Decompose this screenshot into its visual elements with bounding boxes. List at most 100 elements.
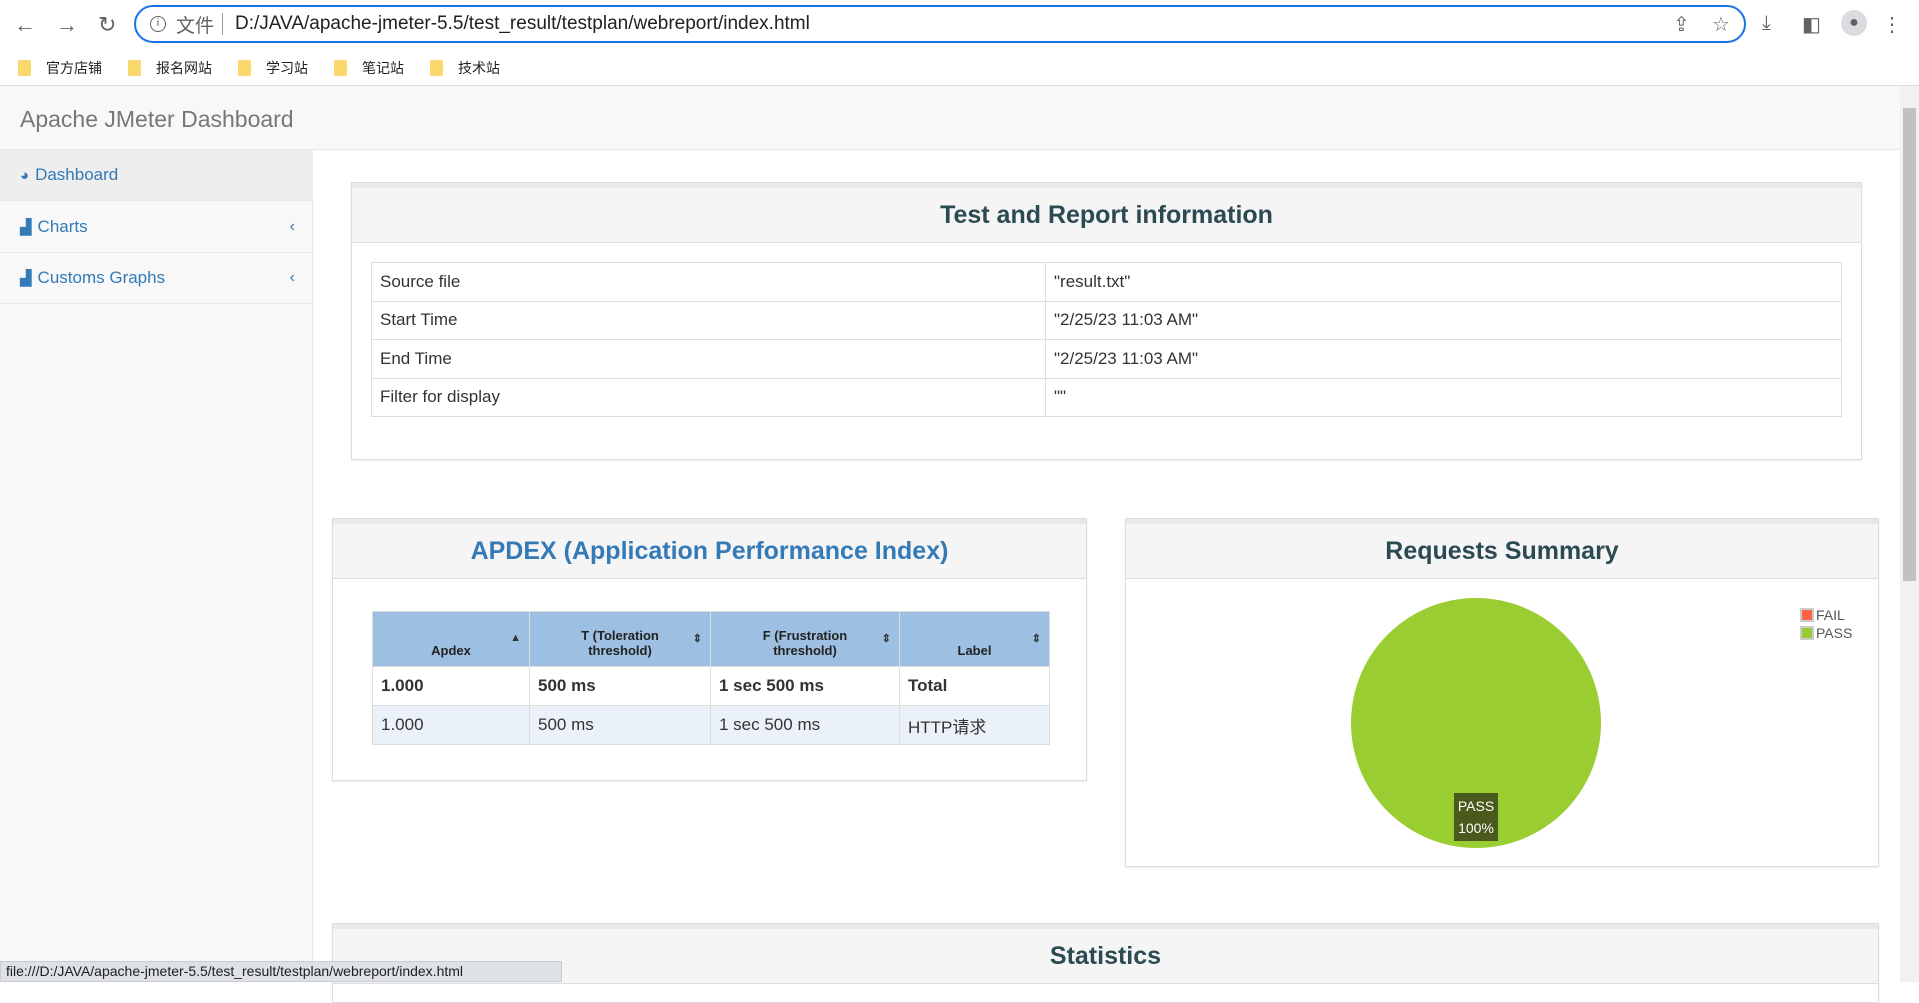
bookmark-label: 笔记站 [362, 59, 404, 76]
address-bar[interactable]: i 文件 D:/JAVA/apache-jmeter-5.5/test_resu… [134, 5, 1746, 43]
legend-label: FAIL [1816, 607, 1845, 623]
apdex-panel: APDEX (Application Performance Index) Ap… [332, 518, 1087, 781]
bookmarks-bar: 官方店铺 报名网站 学习站 笔记站 技术站 [0, 50, 1919, 86]
sort-icon: ⇕ [1031, 633, 1041, 645]
cell: 1.000 [372, 705, 530, 745]
test-report-info-panel: Test and Report information Source file "… [351, 182, 1862, 460]
app-header: Apache JMeter Dashboard [0, 86, 1900, 150]
sidebar-item-label: Charts [37, 217, 88, 236]
bookmark[interactable]: 报名网站 [128, 58, 212, 78]
column-header-toleration[interactable]: T (Toleration threshold) ⇕ [529, 611, 711, 667]
pie-chart [1351, 598, 1601, 848]
panel-title: Test and Report information [352, 183, 1861, 243]
bookmark-label: 官方店铺 [46, 59, 102, 76]
legend-label: PASS [1816, 625, 1853, 641]
info-key: Start Time [371, 300, 1046, 340]
legend-item-pass[interactable]: PASS [1800, 624, 1852, 642]
info-table: Source file "result.txt" Start Time "2/25/… [371, 262, 1842, 417]
info-icon[interactable]: i [150, 16, 166, 32]
header-label: Apdex [431, 643, 471, 658]
info-value: "" [1045, 377, 1842, 417]
back-icon[interactable]: ← [14, 12, 36, 38]
pie-label-category: PASS [1457, 798, 1495, 814]
sidebar-item-charts[interactable]: ▟ Charts ‹ [0, 202, 313, 253]
cell: 1.000 [372, 666, 530, 706]
bookmark[interactable]: 笔记站 [334, 58, 404, 78]
folder-icon [128, 59, 141, 76]
panel-title[interactable]: APDEX (Application Performance Index) [333, 519, 1086, 579]
legend: FAIL PASS [1800, 606, 1852, 642]
folder-icon [334, 59, 347, 76]
header-label: Label [957, 643, 992, 658]
share-icon[interactable]: ⇪ [1673, 12, 1690, 37]
url-prefix: 文件 [176, 15, 215, 37]
bookmark[interactable]: 学习站 [238, 58, 308, 78]
cell: 500 ms [529, 666, 711, 706]
legend-swatch [1800, 626, 1814, 640]
pie-data-label: PASS 100% [1454, 793, 1498, 841]
table-header-row: Apdex ▲ T (Toleration threshold) ⇕ F (Frus… [372, 611, 1050, 667]
menu-icon[interactable]: ⋮ [1882, 12, 1902, 37]
table-row: Source file "result.txt" [371, 262, 1842, 302]
pie-label-percent: 100% [1458, 820, 1494, 836]
info-value: "2/25/23 11:03 AM" [1045, 339, 1842, 379]
bookmark[interactable]: 官方店铺 [18, 58, 102, 78]
legend-swatch [1800, 608, 1814, 622]
sort-icon: ⇕ [692, 633, 702, 645]
info-key: End Time [371, 339, 1046, 379]
status-bar: file:///D:/JAVA/apache-jmeter-5.5/test_r… [0, 961, 562, 982]
bookmark-label: 学习站 [266, 59, 308, 76]
table-row: Filter for display "" [371, 377, 1842, 417]
requests-summary-panel: Requests Summary FAIL PASS PASS 100% [1125, 518, 1879, 867]
forward-icon[interactable]: → [56, 12, 78, 38]
dashboard-icon: ◕ [20, 166, 30, 184]
column-header-apdex[interactable]: Apdex ▲ [372, 611, 530, 667]
bar-chart-icon: ▟ [20, 270, 32, 287]
header-label: F (Frustration threshold) [762, 628, 848, 658]
app-title[interactable]: Apache JMeter Dashboard [20, 106, 294, 133]
cell: Total [899, 666, 1050, 706]
column-header-label[interactable]: Label ⇕ [899, 611, 1050, 667]
column-header-frustration[interactable]: F (Frustration threshold) ⇕ [710, 611, 900, 667]
cell: 500 ms [529, 705, 711, 745]
star-icon[interactable]: ☆ [1712, 12, 1730, 37]
url-divider [222, 13, 224, 35]
download-icon[interactable]: ⤓ [1762, 12, 1771, 35]
sidebar-item-dashboard[interactable]: ◕ Dashboard [0, 150, 313, 201]
reload-icon[interactable]: ↻ [98, 12, 116, 38]
folder-icon [238, 59, 251, 76]
apdex-table: Apdex ▲ T (Toleration threshold) ⇕ F (Frus… [372, 611, 1050, 745]
sidebar-item-label: Customs Graphs [37, 268, 166, 287]
sidebar: ◕ Dashboard ▟ Charts ‹ ▟ Customs Graphs ‹ [0, 150, 313, 982]
sidebar-item-customs-graphs[interactable]: ▟ Customs Graphs ‹ [0, 253, 313, 304]
url-text[interactable]: D:/JAVA/apache-jmeter-5.5/test_result/te… [235, 13, 810, 35]
cell: 1 sec 500 ms [710, 666, 900, 706]
browser-toolbar: ← → ↻ i 文件 D:/JAVA/apache-jmeter-5.5/tes… [0, 0, 1919, 50]
bookmark-label: 报名网站 [156, 59, 212, 76]
table-row: 1.000 500 ms 1 sec 500 ms Total [372, 666, 1050, 706]
info-key: Source file [371, 262, 1046, 302]
bookmark-label: 技术站 [458, 59, 500, 76]
bookmark[interactable]: 技术站 [430, 58, 500, 78]
legend-item-fail[interactable]: FAIL [1800, 606, 1852, 624]
table-row: Start Time "2/25/23 11:03 AM" [371, 300, 1842, 340]
info-key: Filter for display [371, 377, 1046, 417]
bar-chart-icon: ▟ [20, 219, 32, 236]
scrollbar-thumb[interactable] [1903, 108, 1916, 581]
table-row: End Time "2/25/23 11:03 AM" [371, 339, 1842, 379]
header-label: T (Toleration threshold) [581, 628, 659, 658]
chevron-left-icon: ‹ [289, 269, 295, 286]
side-panel-icon[interactable]: ◧ [1802, 12, 1821, 37]
folder-icon [18, 59, 31, 76]
avatar[interactable]: ● [1841, 10, 1867, 36]
sort-asc-icon: ▲ [510, 632, 521, 644]
sidebar-item-label: Dashboard [35, 165, 119, 184]
table-row: 1.000 500 ms 1 sec 500 ms HTTP请求 [372, 705, 1050, 745]
chevron-left-icon: ‹ [289, 218, 295, 235]
sort-icon: ⇕ [881, 633, 891, 645]
folder-icon [430, 59, 443, 76]
panel-title: Statistics [333, 924, 1878, 984]
cell: 1 sec 500 ms [710, 705, 900, 745]
statistics-panel: Statistics [332, 923, 1879, 1003]
cell: HTTP请求 [899, 705, 1050, 745]
